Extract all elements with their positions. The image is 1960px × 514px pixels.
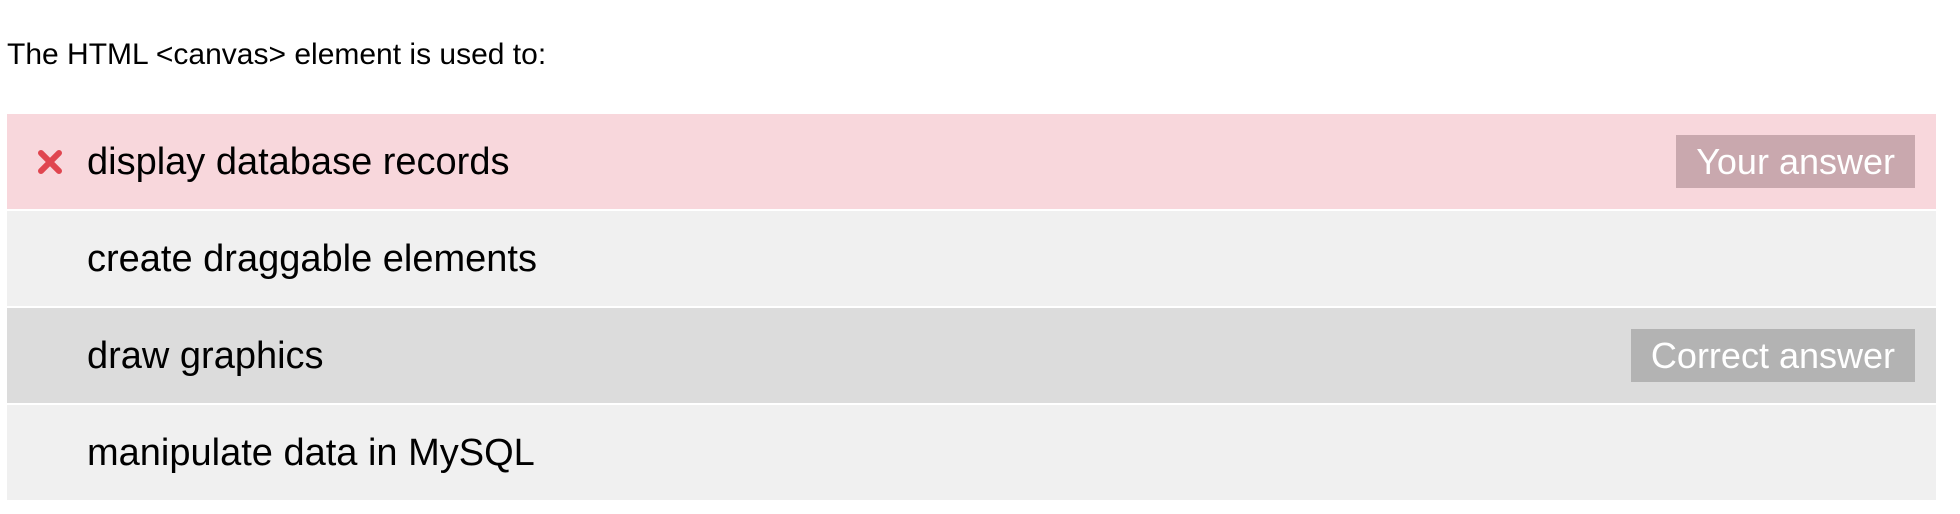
answer-options-list: display database records Your answer cre… xyxy=(7,114,1936,502)
correct-answer-badge: Correct answer xyxy=(1630,329,1915,382)
answer-option-label: manipulate data in MySQL xyxy=(87,432,535,474)
answer-option-label: create draggable elements xyxy=(87,238,537,280)
answer-option-manipulate-data-in-mysql[interactable]: manipulate data in MySQL xyxy=(7,405,1936,500)
quiz-result: The HTML <canvas> element is used to: di… xyxy=(0,0,1960,514)
answer-option-draw-graphics[interactable]: draw graphics Correct answer xyxy=(7,308,1936,403)
wrong-answer-x-icon xyxy=(36,148,64,176)
answer-option-label: draw graphics xyxy=(87,335,324,377)
question-text: The HTML <canvas> element is used to: xyxy=(7,38,547,71)
answer-option-label: display database records xyxy=(87,141,510,183)
answer-option-display-database-records[interactable]: display database records Your answer xyxy=(7,114,1936,209)
your-answer-badge: Your answer xyxy=(1676,135,1915,188)
answer-option-create-draggable-elements[interactable]: create draggable elements xyxy=(7,211,1936,306)
